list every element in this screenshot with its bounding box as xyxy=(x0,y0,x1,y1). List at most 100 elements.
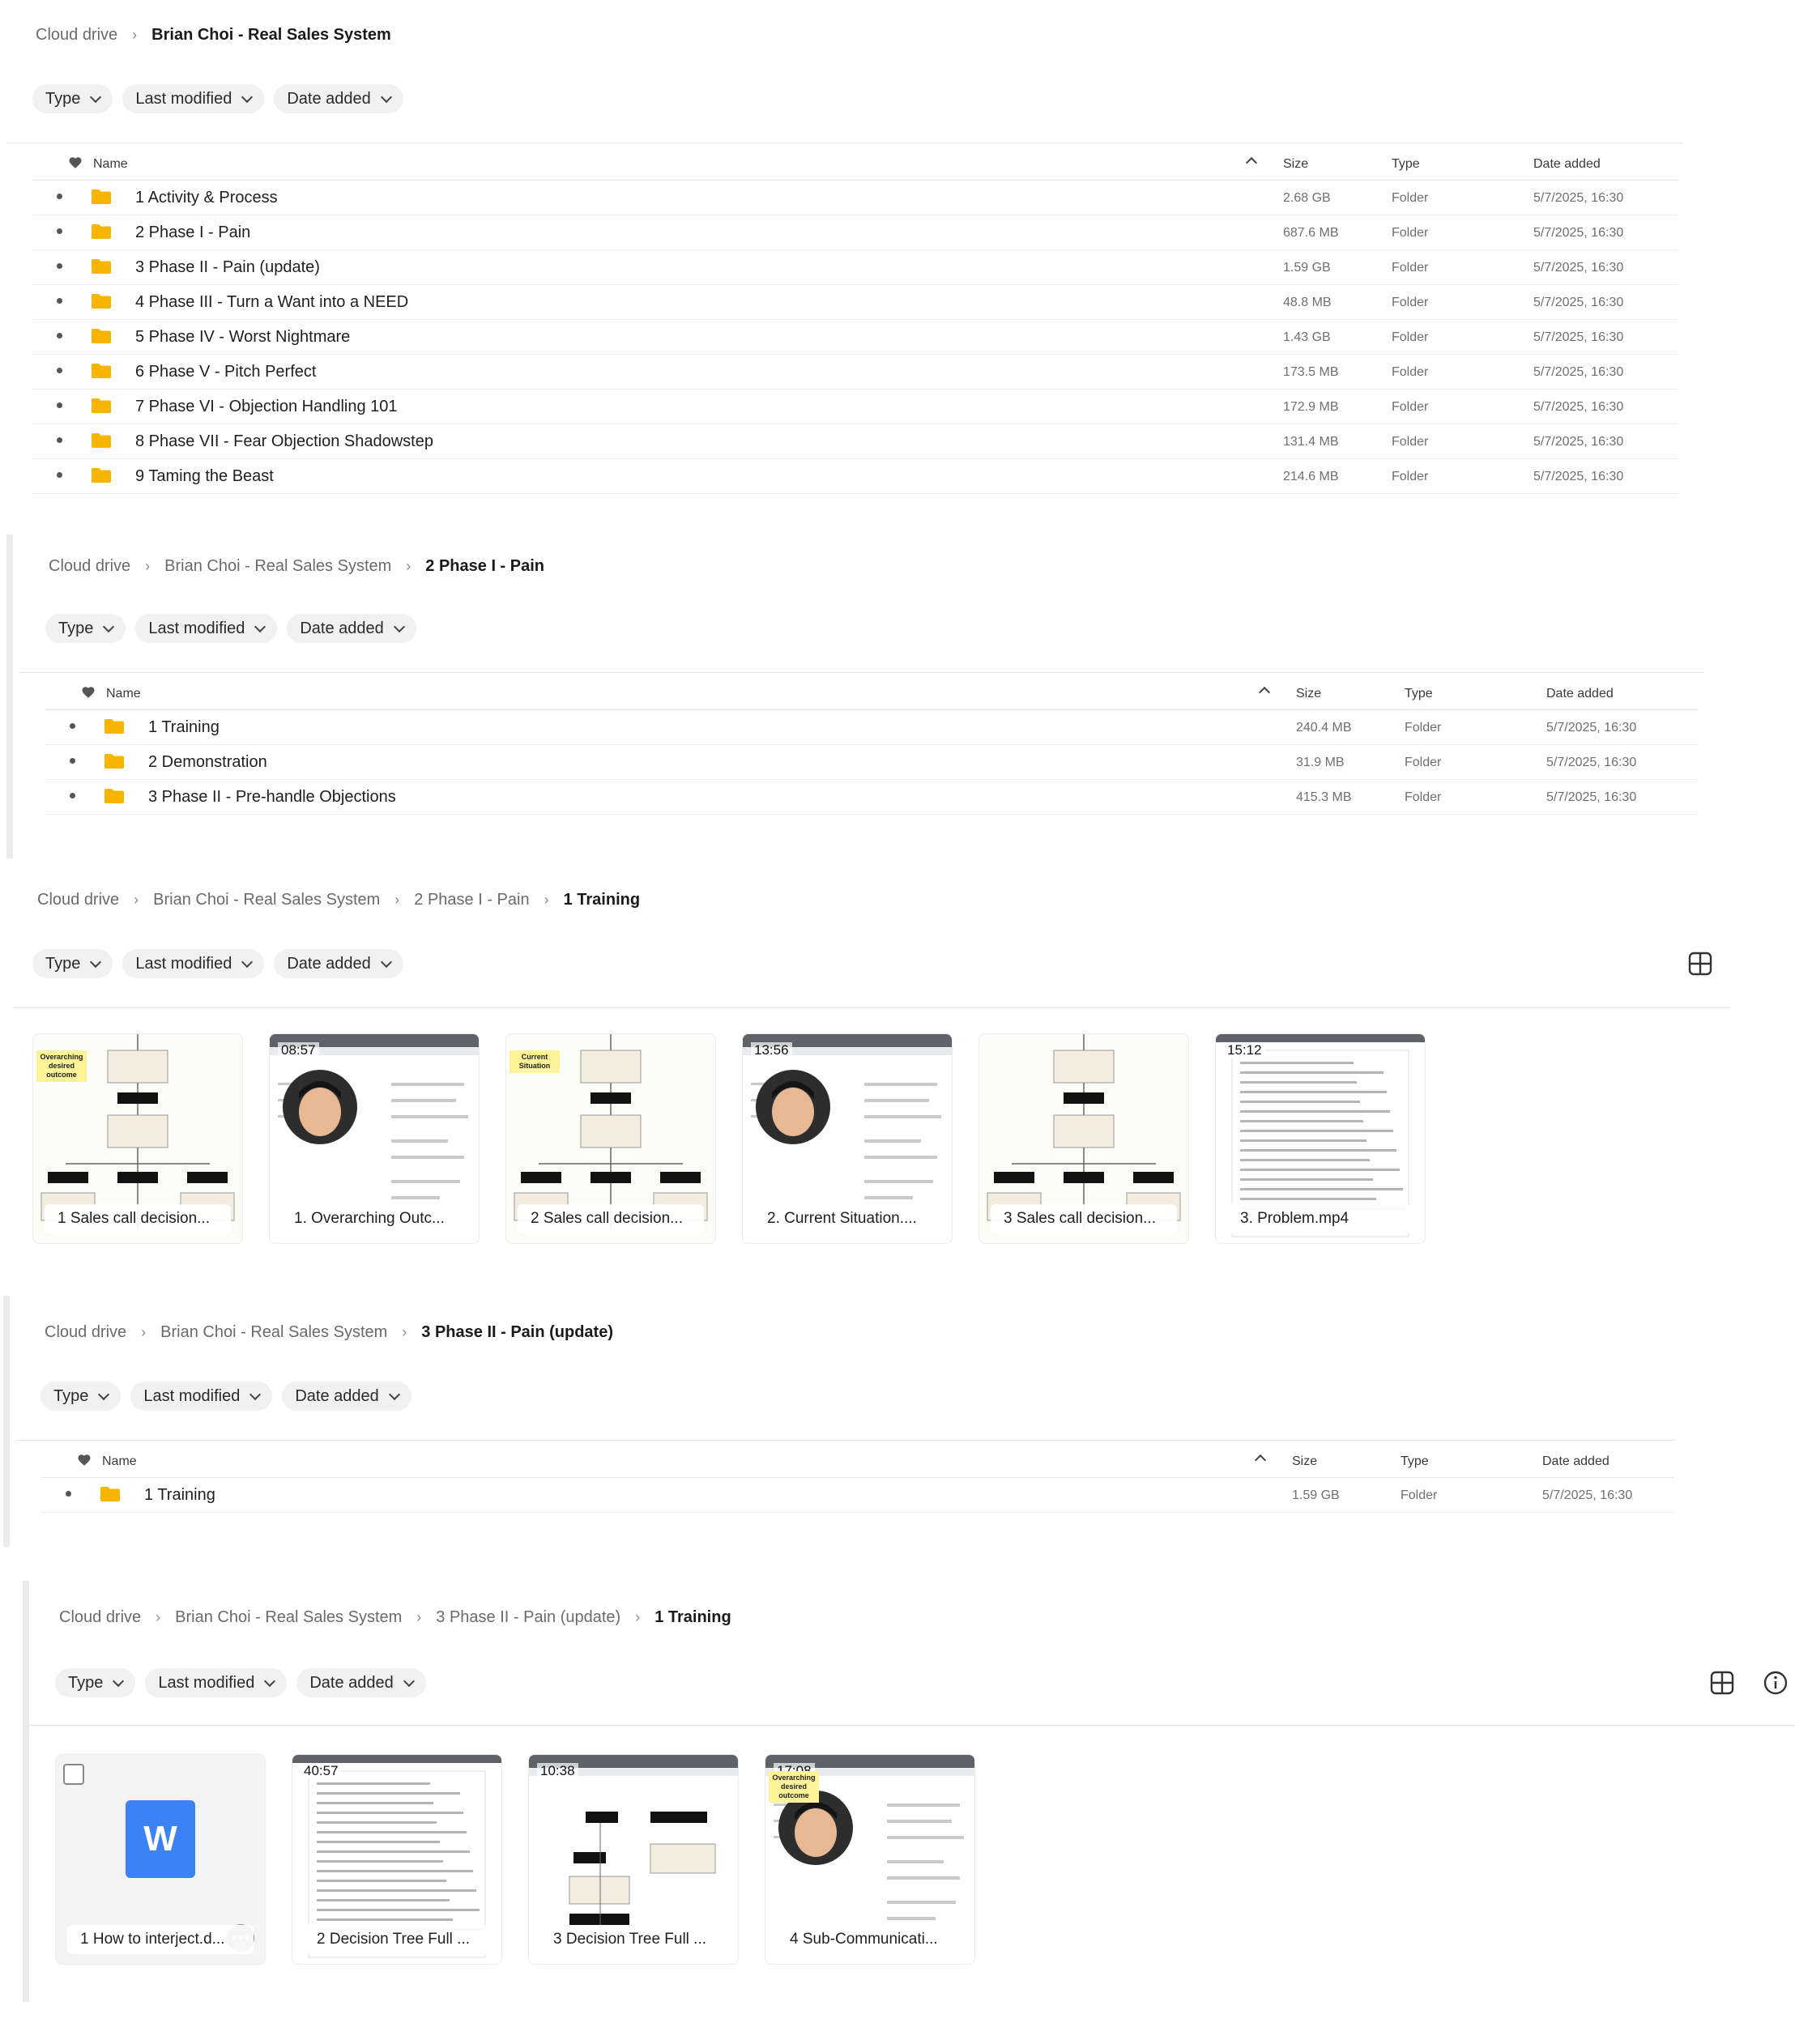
breadcrumb-system[interactable]: Brian Choi - Real Sales System xyxy=(160,1323,387,1342)
breadcrumb-cloud-drive[interactable]: Cloud drive xyxy=(49,557,130,576)
file-date: 5/7/2025, 16:30 xyxy=(1546,790,1637,804)
breadcrumb-cloud-drive[interactable]: Cloud drive xyxy=(45,1323,126,1342)
table-row[interactable]: 1 Activity & Process 2.68 GB Folder 5/7/202… xyxy=(32,180,1678,215)
scrollbar[interactable] xyxy=(23,1581,29,2002)
filter-type[interactable]: Type xyxy=(45,614,126,643)
bullet-icon xyxy=(57,472,62,478)
column-name[interactable]: Name xyxy=(106,687,141,701)
table-row[interactable]: 7 Phase VI - Objection Handling 101 172.9… xyxy=(32,389,1678,424)
file-card[interactable]: 17:08Overarching desired outcome4 Sub-Co… xyxy=(765,1754,975,1965)
video-duration: 40:57 xyxy=(301,1763,342,1779)
file-card[interactable]: Current Situation 2 Sales call decision..… xyxy=(505,1033,716,1244)
heart-icon[interactable] xyxy=(68,155,83,170)
column-size[interactable]: Size xyxy=(1296,687,1321,701)
panel-phase-ii: Cloud drive › Brian Choi - Real Sales Sy… xyxy=(0,1296,1795,1547)
file-type: Folder xyxy=(1401,1488,1438,1502)
column-name[interactable]: Name xyxy=(102,1454,137,1469)
breadcrumb-phase[interactable]: 2 Phase I - Pain xyxy=(414,891,529,909)
filter-type[interactable]: Type xyxy=(41,1382,122,1411)
chevron-right-icon: › xyxy=(402,1324,407,1340)
file-card[interactable]: 08:57 1. Overarching Outc... xyxy=(269,1033,480,1244)
breadcrumb-system[interactable]: Brian Choi - Real Sales System xyxy=(164,557,391,576)
table-row[interactable]: 6 Phase V - Pitch Perfect 173.5 MB Folder 5… xyxy=(32,354,1678,390)
sort-ascending-icon[interactable] xyxy=(1254,1454,1267,1467)
filter-last-modified[interactable]: Last modified xyxy=(135,614,278,643)
column-date-added[interactable]: Date added xyxy=(1533,157,1601,172)
filter-last-modified[interactable]: Last modified xyxy=(130,1382,273,1411)
file-card[interactable]: 15:12 3. Problem.mp4 xyxy=(1215,1033,1426,1244)
table-row[interactable]: 3 Phase II - Pain (update) 1.59 GB Folder 5… xyxy=(32,249,1678,285)
table-header: Name Size Type Date added xyxy=(45,677,1698,710)
table-row[interactable]: 3 Phase II - Pre-handle Objections 415.3 … xyxy=(45,779,1698,815)
breadcrumb-system[interactable]: Brian Choi - Real Sales System xyxy=(175,1608,402,1627)
breadcrumb-phase[interactable]: 3 Phase II - Pain (update) xyxy=(436,1608,620,1627)
breadcrumb-system[interactable]: Brian Choi - Real Sales System xyxy=(153,891,380,909)
breadcrumb-cloud-drive[interactable]: Cloud drive xyxy=(36,26,117,45)
filter-date-added[interactable]: Date added xyxy=(274,84,403,113)
grid-view-icon[interactable] xyxy=(1687,951,1713,977)
breadcrumb-cloud-drive[interactable]: Cloud drive xyxy=(37,891,119,909)
file-date: 5/7/2025, 16:30 xyxy=(1533,296,1624,309)
table-row[interactable]: 2 Demonstration 31.9 MB Folder 5/7/2025, 16… xyxy=(45,744,1698,780)
sort-ascending-icon[interactable] xyxy=(1258,686,1271,699)
bullet-icon xyxy=(57,298,62,304)
breadcrumb: Cloud drive › Brian Choi - Real Sales Sy… xyxy=(45,1323,613,1342)
filter-type[interactable]: Type xyxy=(55,1668,136,1697)
column-name[interactable]: Name xyxy=(93,157,128,172)
grid-view-icon[interactable] xyxy=(1709,1670,1735,1696)
file-card[interactable]: Overarching desired outcome 1 Sales call … xyxy=(32,1033,243,1244)
file-card[interactable]: 40:57 2 Decision Tree Full ... xyxy=(292,1754,502,1965)
filter-last-modified[interactable]: Last modified xyxy=(122,84,265,113)
filter-type[interactable]: Type xyxy=(32,84,113,113)
file-size: 240.4 MB xyxy=(1296,721,1352,735)
column-date-added[interactable]: Date added xyxy=(1542,1454,1610,1469)
table-row[interactable]: 9 Taming the Beast 214.6 MB Folder 5/7/2025… xyxy=(32,458,1678,494)
file-card[interactable]: 13:56 2. Current Situation.... xyxy=(742,1033,953,1244)
table-row[interactable]: 5 Phase IV - Worst Nightmare 1.43 GB Folde… xyxy=(32,319,1678,355)
file-grid: W 1 How to interject.d... 40:57 2 Decision … xyxy=(55,1754,975,1965)
sort-ascending-icon[interactable] xyxy=(1245,156,1258,169)
filter-date-added[interactable]: Date added xyxy=(282,1382,411,1411)
filter-last-modified[interactable]: Last modified xyxy=(145,1668,288,1697)
table-row[interactable]: 1 Training 240.4 MB Folder 5/7/2025, 16:30 xyxy=(45,709,1698,745)
filter-date-added[interactable]: Date added xyxy=(296,1668,426,1697)
chevron-down-icon xyxy=(90,956,102,968)
filter-date-added[interactable]: Date added xyxy=(274,949,403,978)
breadcrumb-current[interactable]: 1 Training xyxy=(654,1608,731,1627)
column-type[interactable]: Type xyxy=(1401,1454,1429,1469)
heart-icon[interactable] xyxy=(77,1453,92,1467)
info-icon[interactable] xyxy=(1763,1670,1789,1696)
chevron-right-icon: › xyxy=(416,1609,422,1625)
column-type[interactable]: Type xyxy=(1392,157,1420,172)
file-card[interactable]: W 1 How to interject.d... xyxy=(55,1754,266,1965)
divider xyxy=(19,672,1704,673)
column-size[interactable]: Size xyxy=(1292,1454,1317,1469)
file-card[interactable]: 10:38 3 Decision Tree Full ... xyxy=(528,1754,739,1965)
table-row[interactable]: 1 Training 1.59 GB Folder 5/7/2025, 16:30 xyxy=(41,1477,1674,1513)
breadcrumb-cloud-drive[interactable]: Cloud drive xyxy=(59,1608,141,1627)
heart-icon[interactable] xyxy=(81,685,96,700)
breadcrumb-current[interactable]: 1 Training xyxy=(564,891,640,909)
breadcrumb-current[interactable]: 3 Phase II - Pain (update) xyxy=(421,1323,613,1342)
table-row[interactable]: 4 Phase III - Turn a Want into a NEED 48.… xyxy=(32,284,1678,320)
bullet-icon xyxy=(70,758,75,764)
scrollbar[interactable] xyxy=(6,534,13,858)
filter-last-modified[interactable]: Last modified xyxy=(122,949,265,978)
column-type[interactable]: Type xyxy=(1405,687,1433,701)
bullet-icon xyxy=(66,1491,71,1497)
file-card[interactable]: 3 Sales call decision... xyxy=(979,1033,1189,1244)
breadcrumb-current[interactable]: 2 Phase I - Pain xyxy=(425,557,544,576)
filter-date-added[interactable]: Date added xyxy=(287,614,416,643)
filter-label: Type xyxy=(45,954,81,973)
chevron-down-icon xyxy=(264,1675,276,1687)
column-date-added[interactable]: Date added xyxy=(1546,687,1614,701)
table-row[interactable]: 2 Phase I - Pain 687.6 MB Folder 5/7/2025, … xyxy=(32,215,1678,250)
sticky-note-label: Overarching desired outcome xyxy=(36,1050,87,1082)
column-size[interactable]: Size xyxy=(1283,157,1308,172)
breadcrumb-current[interactable]: Brian Choi - Real Sales System xyxy=(151,26,391,45)
scrollbar[interactable] xyxy=(3,1296,10,1547)
filter-label: Date added xyxy=(287,89,371,108)
file-name: 3 Sales call decision... xyxy=(991,1204,1177,1233)
table-row[interactable]: 8 Phase VII - Fear Objection Shadowstep 1… xyxy=(32,424,1678,459)
filter-type[interactable]: Type xyxy=(32,949,113,978)
